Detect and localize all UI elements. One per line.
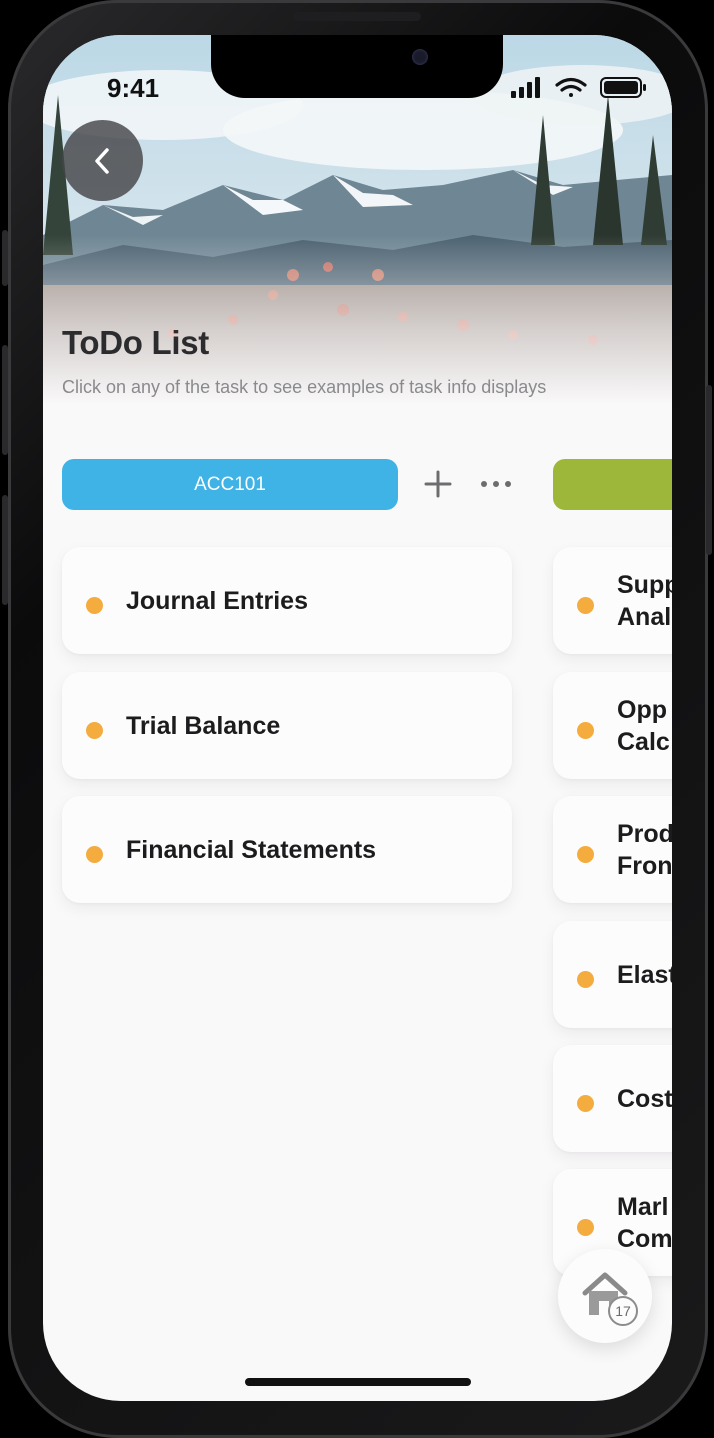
power-button [706,385,712,555]
phone-device: 9:41 ToDo List Click on any of the task … [0,0,714,1438]
task-status-dot [86,597,103,614]
notification-badge: 17 [608,1296,638,1326]
status-time: 9:41 [107,73,160,103]
earpiece-speaker [293,12,421,21]
page-subtitle: Click on any of the task to see examples… [62,377,547,397]
task-title: Opp Calc [617,696,670,756]
status-icons [509,75,649,99]
task-status-dot [577,1095,594,1112]
task-title: Financial Statements [126,836,377,864]
task-title: Elast [617,961,672,989]
list-tag-acc101[interactable]: ACC101 [62,459,398,510]
chevron-left-icon [94,147,109,174]
task-status-dot [86,722,103,739]
list-tag-label: ACC101 [194,473,266,495]
mute-switch [2,230,8,286]
task-title: Supp Anal [617,571,672,631]
volume-down-button [2,495,8,605]
list-tag-second[interactable] [553,459,672,510]
task-title: Trial Balance [126,712,281,740]
task-status-dot [577,971,594,988]
home-indicator[interactable] [245,1378,471,1386]
plus-icon[interactable] [423,469,453,499]
task-status-dot [577,1219,594,1236]
wifi-icon [555,77,587,97]
task-status-dot [86,846,103,863]
task-card[interactable]: Cost [553,1045,672,1152]
task-card[interactable]: Trial Balance [62,672,512,779]
home-icon [582,1272,628,1315]
front-camera [412,49,428,65]
task-status-dot [577,597,594,614]
task-status-dot [577,722,594,739]
back-button[interactable] [62,120,143,201]
volume-up-button [2,345,8,455]
task-card[interactable]: Prod Fron [553,796,672,903]
task-card[interactable]: Opp Calc [553,672,672,779]
task-title: Prod Fron [617,820,672,880]
task-card[interactable]: Supp Anal [553,547,672,654]
app-screen: 9:41 ToDo List Click on any of the task … [43,35,672,1401]
task-status-dot [577,846,594,863]
task-title: Journal Entries [126,587,308,615]
task-card[interactable]: Financial Statements [62,796,512,903]
ellipsis-icon[interactable] [479,475,513,493]
task-title: Marl Com [617,1193,672,1253]
task-card[interactable]: Journal Entries [62,547,512,654]
battery-icon [600,77,646,98]
signal-icon [511,77,540,98]
task-card[interactable]: Elast [553,921,672,1028]
page-title: ToDo List [62,324,209,361]
notch [211,35,503,98]
task-title: Cost [617,1085,672,1113]
home-button[interactable]: 17 [558,1249,652,1343]
